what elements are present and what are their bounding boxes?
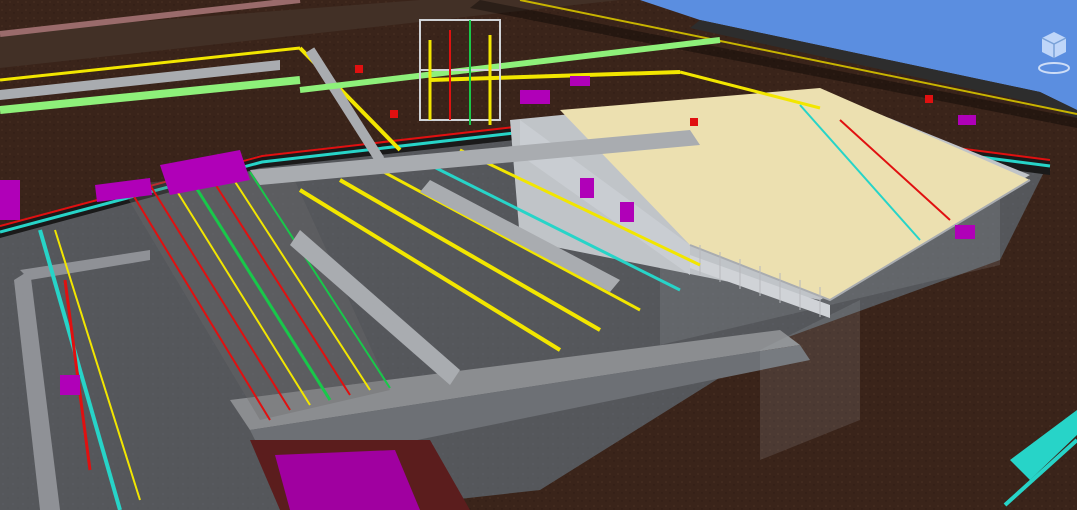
plant-model-scene[interactable] [0,0,1077,510]
view-cube-icon[interactable] [1037,28,1071,74]
magenta-equipment-pad [275,450,420,510]
3d-viewport[interactable] [0,0,1077,510]
